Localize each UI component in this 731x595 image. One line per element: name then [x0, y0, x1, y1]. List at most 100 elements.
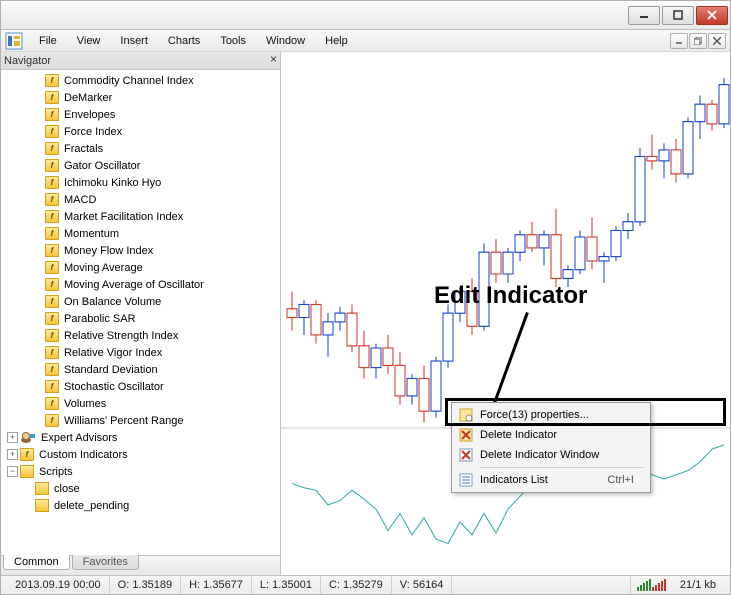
tree-label: Fractals: [64, 143, 103, 155]
menu-window[interactable]: Window: [256, 33, 315, 49]
tree-indicator-item[interactable]: On Balance Volume: [7, 293, 280, 310]
window-close-button[interactable]: [696, 6, 728, 25]
menu-view[interactable]: View: [67, 33, 111, 49]
expander-icon[interactable]: +: [7, 449, 18, 460]
properties-icon: [458, 407, 474, 423]
annotation-label: Edit Indicator: [434, 282, 587, 310]
indicator-icon: [45, 414, 59, 427]
tree-label: Expert Advisors: [41, 432, 117, 444]
tree-indicator-item[interactable]: Gator Oscillator: [7, 157, 280, 174]
ctx-label: Force(13) properties...: [480, 409, 589, 421]
status-datetime: 2013.09.19 00:00: [7, 576, 110, 594]
indicator-icon: [45, 125, 59, 138]
indicator-icon: [45, 108, 59, 121]
mdi-close-button[interactable]: [708, 33, 726, 49]
tree-label: Williams' Percent Range: [64, 415, 183, 427]
navigator-close-button[interactable]: ×: [270, 53, 277, 65]
tree-indicator-item[interactable]: MACD: [7, 191, 280, 208]
status-high: H: 1.35677: [181, 576, 252, 594]
tree-script-item[interactable]: close: [7, 480, 280, 497]
indicator-icon: [45, 295, 59, 308]
indicator-icon: [45, 329, 59, 342]
expert-advisors-icon: [20, 431, 36, 444]
tab-favorites[interactable]: Favorites: [72, 555, 139, 570]
tree-indicator-item[interactable]: Moving Average of Oscillator: [7, 276, 280, 293]
tree-indicator-item[interactable]: DeMarker: [7, 89, 280, 106]
indicator-icon: [45, 91, 59, 104]
tree-label: Gator Oscillator: [64, 160, 140, 172]
tree-indicator-item[interactable]: Relative Vigor Index: [7, 344, 280, 361]
tree-script-item[interactable]: delete_pending: [7, 497, 280, 514]
navigator-panel: Navigator × Commodity Channel Index DeMar…: [1, 52, 281, 575]
tree-label: Moving Average: [64, 262, 143, 274]
ctx-delete-window[interactable]: Delete Indicator Window: [454, 445, 648, 465]
delete-window-icon: [458, 447, 474, 463]
window-maximize-button[interactable]: [662, 6, 694, 25]
tree-indicator-item[interactable]: Stochastic Oscillator: [7, 378, 280, 395]
tree-custom-indicators[interactable]: + Custom Indicators: [7, 446, 280, 463]
menu-charts[interactable]: Charts: [158, 33, 210, 49]
navigator-tree[interactable]: Commodity Channel Index DeMarkerEnvelopes…: [1, 70, 280, 555]
indicator-icon: [45, 312, 59, 325]
ctx-delete-indicator[interactable]: Delete Indicator: [454, 425, 648, 445]
navigator-header: Navigator ×: [1, 52, 280, 70]
tree-indicator-item[interactable]: Relative Strength Index: [7, 327, 280, 344]
indicator-icon: [45, 363, 59, 376]
tree-indicator-item[interactable]: Moving Average: [7, 259, 280, 276]
status-close: C: 1.35279: [321, 576, 392, 594]
tree-indicator-item[interactable]: Williams' Percent Range: [7, 412, 280, 429]
navigator-title: Navigator: [4, 55, 51, 67]
mdi-restore-button[interactable]: [689, 33, 707, 49]
indicator-icon: [45, 380, 59, 393]
chart-area[interactable]: Edit Indicator Force(13) properties... D…: [281, 52, 730, 575]
indicator-icon: [45, 346, 59, 359]
tree-indicator-item[interactable]: Envelopes: [7, 106, 280, 123]
tree-label: Force Index: [64, 126, 122, 138]
menu-file[interactable]: File: [29, 33, 67, 49]
tree-label: Volumes: [64, 398, 106, 410]
tree-indicator-item[interactable]: Parabolic SAR: [7, 310, 280, 327]
ctx-shortcut: Ctrl+I: [585, 474, 634, 486]
menu-insert[interactable]: Insert: [110, 33, 158, 49]
indicator-icon: [45, 210, 59, 223]
mdi-minimize-button[interactable]: [670, 33, 688, 49]
window-minimize-button[interactable]: [628, 6, 660, 25]
indicator-icon: [45, 244, 59, 257]
tree-indicator-item[interactable]: Ichimoku Kinko Hyo: [7, 174, 280, 191]
ctx-properties[interactable]: Force(13) properties...: [454, 405, 648, 425]
tree-indicator-item[interactable]: Commodity Channel Index: [7, 72, 280, 89]
expander-icon[interactable]: +: [7, 432, 18, 443]
indicator-icon: [45, 227, 59, 240]
tree-indicator-item[interactable]: Market Facilitation Index: [7, 208, 280, 225]
custom-indicator-icon: [20, 448, 34, 461]
indicator-icon: [45, 159, 59, 172]
menu-tools[interactable]: Tools: [210, 33, 256, 49]
tree-indicator-item[interactable]: Fractals: [7, 140, 280, 157]
app-icon: [5, 32, 23, 50]
ctx-label: Delete Indicator Window: [480, 449, 599, 461]
ctx-indicators-list[interactable]: Indicators List Ctrl+I: [454, 470, 648, 490]
tree-label: Custom Indicators: [39, 449, 128, 461]
ctx-separator: [480, 467, 644, 468]
menu-help[interactable]: Help: [315, 33, 358, 49]
tree-label: delete_pending: [54, 500, 129, 512]
tree-label: Stochastic Oscillator: [64, 381, 164, 393]
tree-label: Standard Deviation: [64, 364, 158, 376]
expander-icon[interactable]: −: [7, 466, 18, 477]
tree-indicator-item[interactable]: Standard Deviation: [7, 361, 280, 378]
tab-common[interactable]: Common: [3, 555, 70, 570]
tree-indicator-item[interactable]: Money Flow Index: [7, 242, 280, 259]
tree-scripts[interactable]: − Scripts: [7, 463, 280, 480]
tree-label: Moving Average of Oscillator: [64, 279, 204, 291]
tree-indicator-item[interactable]: Volumes: [7, 395, 280, 412]
indicator-icon: [45, 261, 59, 274]
tree-label: Relative Strength Index: [64, 330, 178, 342]
tree-expert-advisors[interactable]: + Expert Advisors: [7, 429, 280, 446]
tree-label: Commodity Channel Index: [64, 75, 194, 87]
tree-indicator-item[interactable]: Force Index: [7, 123, 280, 140]
status-transfer: 21/1 kb: [672, 576, 724, 594]
tree-label: Ichimoku Kinko Hyo: [64, 177, 161, 189]
tree-indicator-item[interactable]: Momentum: [7, 225, 280, 242]
indicator-icon: [45, 193, 59, 206]
script-icon: [35, 482, 49, 495]
